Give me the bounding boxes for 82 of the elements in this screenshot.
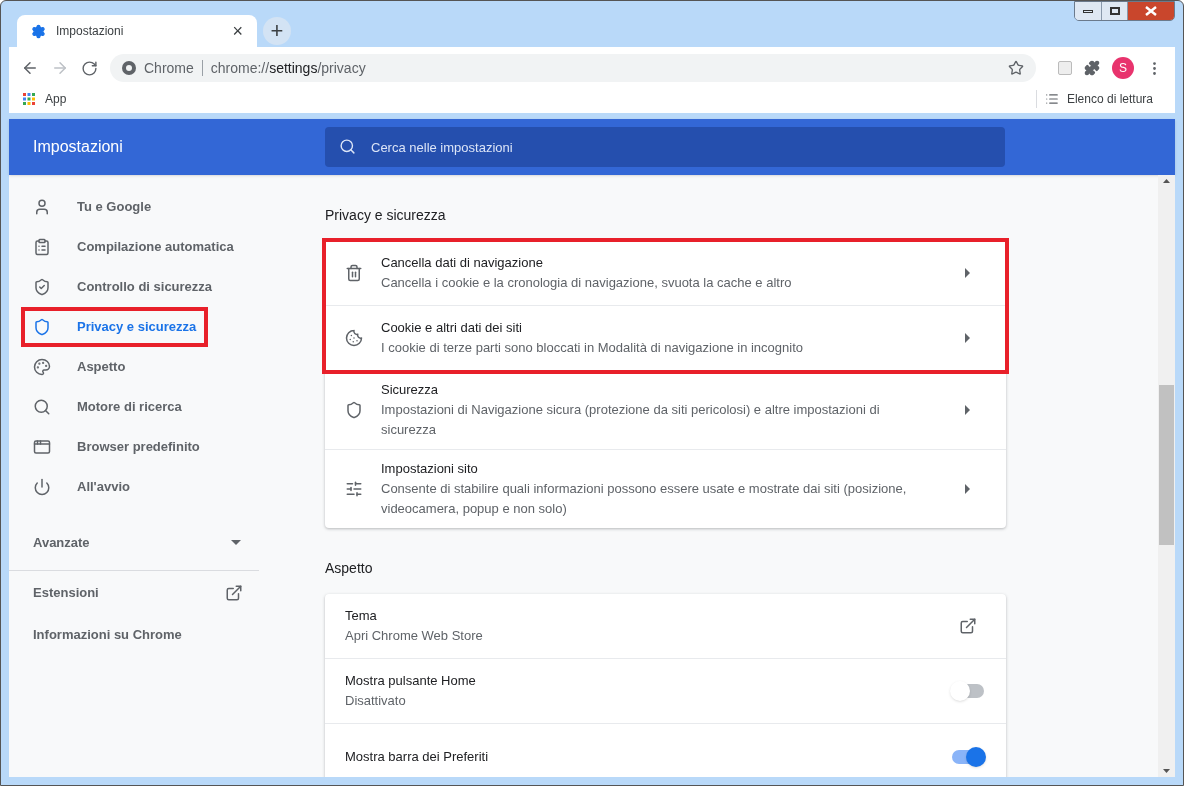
back-button[interactable]: [21, 59, 39, 77]
sidebar-item[interactable]: Tu e Google: [21, 187, 164, 227]
reading-list-button[interactable]: Elenco di lettura: [1066, 90, 1153, 108]
row-title: Sicurezza: [381, 381, 440, 399]
apps-grid-icon: [23, 93, 35, 105]
row-subtitle: Apri Chrome Web Store: [345, 627, 484, 645]
external-link-icon: [959, 617, 977, 635]
url-text: chrome://settings/privacy: [210, 58, 367, 78]
chrome-logo-icon: [122, 61, 136, 75]
sidebar-link[interactable]: Estensioni: [33, 583, 99, 603]
row-subtitle: I cookie di terze parti sono bloccati in Modalità di navigazione in incognito: [381, 339, 805, 357]
new-tab-button[interactable]: +: [263, 17, 291, 45]
shield-icon: [33, 318, 51, 336]
sidebar-item[interactable]: All'avvio: [21, 467, 142, 507]
section-title: Privacy e sicurezza: [325, 206, 447, 225]
header-title: Impostazioni: [32, 137, 124, 157]
sliders-icon: [345, 480, 363, 498]
dropdown-caret-icon: [231, 540, 241, 545]
settings-row[interactable]: Tema Apri Chrome Web Store: [325, 594, 1006, 659]
sidebar-item[interactable]: Motore di ricerca: [21, 387, 194, 427]
toggle-switch[interactable]: [952, 684, 984, 698]
tab-title: Impostazioni: [56, 23, 125, 40]
sidebar-link[interactable]: Informazioni su Chrome: [33, 625, 182, 645]
row-subtitle: Disattivato: [345, 692, 407, 710]
settings-row[interactable]: Sicurezza Impostazioni di Navigazione sicura (protezione da siti pericolosi) e altre impostazioni di sicurezza: [325, 371, 1006, 450]
palette-icon: [33, 358, 51, 376]
shield-icon: [345, 401, 363, 419]
row-title: Cancella dati di navigazione: [381, 254, 544, 272]
search-field[interactable]: Cerca nelle impostazioni: [325, 127, 1005, 167]
section-title: Aspetto: [325, 559, 374, 578]
scroll-up-arrow-icon[interactable]: [1163, 179, 1170, 183]
row-title: Mostra barra dei Preferiti: [345, 747, 490, 766]
trash-icon: [345, 264, 363, 282]
maximize-button[interactable]: [1102, 2, 1128, 20]
profile-avatar[interactable]: S: [1112, 57, 1134, 79]
tab-close-button[interactable]: ×: [232, 22, 243, 40]
close-button[interactable]: [1128, 2, 1174, 20]
row-title: Tema: [345, 607, 378, 625]
sidebar-item[interactable]: Browser predefinito: [21, 427, 212, 467]
bookmark-link[interactable]: App: [45, 90, 1036, 108]
row-subtitle: Cancella i cookie e la cronologia di navigazione, svuota la cache e altro: [381, 274, 793, 292]
toggle-switch[interactable]: [952, 749, 984, 764]
close-icon: [1145, 6, 1157, 16]
caret-right-icon: [965, 484, 971, 494]
row-subtitle: Consente di stabilire quali informazioni possono essere usate e mostrate dai siti (posizione, videocamera, popup e non solo): [381, 480, 908, 518]
scrollbar-thumb[interactable]: [1159, 385, 1174, 545]
row-subtitle: Impostazioni di Navigazione sicura (protezione da siti pericolosi) e altre impostazioni di sicurezza: [381, 401, 881, 439]
settings-row[interactable]: Cancella dati di navigazione Cancella i cookie e la cronologia di navigazione, svuota la cache e altro: [325, 241, 1006, 306]
bookmark-star-icon[interactable]: [1008, 60, 1024, 76]
browser-window-icon: [33, 438, 51, 456]
caret-right-icon: [965, 405, 971, 415]
sidebar-item[interactable]: Aspetto: [21, 347, 138, 387]
address-bar[interactable]: Chrome chrome://settings/privacy: [110, 54, 1036, 82]
sidebar-item[interactable]: Privacy e sicurezza: [21, 307, 209, 347]
browser-tab[interactable]: Impostazioni ×: [17, 15, 257, 47]
caret-right-icon: [965, 333, 971, 343]
reload-button[interactable]: [81, 59, 98, 77]
power-icon: [33, 478, 51, 496]
scroll-down-arrow-icon[interactable]: [1163, 769, 1170, 773]
caret-right-icon: [965, 268, 971, 278]
minimize-button[interactable]: [1075, 2, 1102, 20]
row-title: Impostazioni sito: [381, 460, 479, 478]
settings-row[interactable]: Impostazioni sito Consente di stabilire quali informazioni possono essere usate e mostrate dai siti (posizione, videocamera, popup e non solo): [325, 450, 1006, 528]
settings-icon: [31, 23, 46, 39]
shield-check-icon: [33, 278, 51, 296]
clipboard-icon: [33, 238, 51, 256]
scrollbar[interactable]: [1158, 175, 1175, 777]
row-title: Cookie e altri dati dei siti: [381, 319, 523, 337]
sidebar-item[interactable]: Controllo di sicurezza: [21, 267, 225, 307]
cookie-icon: [345, 329, 363, 347]
sidebar-item[interactable]: Compilazione automatica: [21, 227, 246, 267]
settings-row[interactable]: Mostra barra dei Preferiti: [325, 724, 1006, 777]
site-label: Chrome: [144, 58, 194, 78]
extensions-puzzle-icon[interactable]: [1084, 60, 1100, 76]
row-title: Mostra pulsante Home: [345, 672, 477, 690]
reading-list-icon: [1044, 92, 1059, 106]
settings-row[interactable]: Cookie e altri dati dei siti I cookie di terze parti sono bloccati in Modalità di navigazione in incognito: [325, 306, 1006, 371]
search-icon: [339, 138, 356, 155]
search-icon: [33, 398, 51, 416]
person-icon: [33, 198, 51, 216]
settings-row[interactable]: Mostra pulsante Home Disattivato: [325, 659, 1006, 724]
advanced-toggle[interactable]: Avanzate: [9, 515, 259, 571]
